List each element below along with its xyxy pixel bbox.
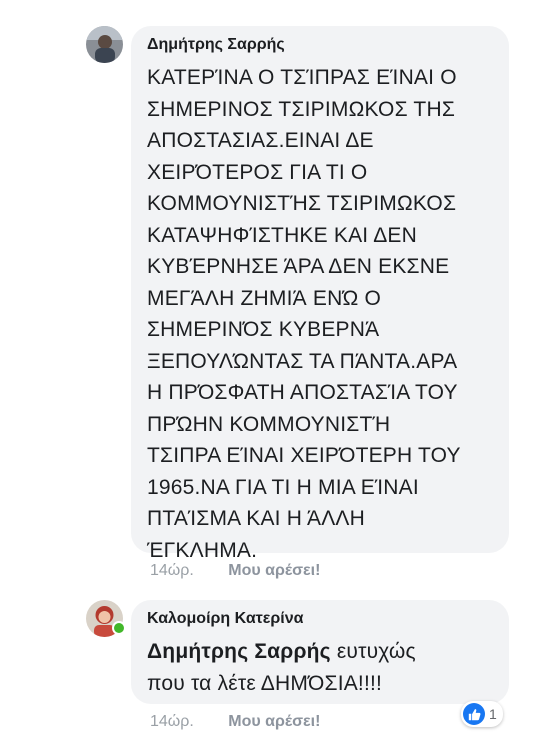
comment-line: Δημήτρης Σαρρής ευτυχώς <box>147 636 495 668</box>
comment-text-fragment: ευτυχώς <box>330 640 416 663</box>
comment-line: ΣΗΜΕΡΙΝΟΣ ΤΣΙΡΙΜΩΚΟΣ ΤΗΣ <box>147 97 456 121</box>
like-reaction-icon <box>463 703 485 725</box>
mention-link[interactable]: Δημήτρης Σαρρής <box>147 640 331 663</box>
comment-line: που τα λέτε ΔΗΜΌΣΙΑ!!!! <box>147 671 383 695</box>
reaction-summary[interactable]: 1 <box>461 701 503 727</box>
comment-text: Δημήτρης Σαρρής ευτυχώς που τα λέτε ΔΗΜΌ… <box>147 636 495 699</box>
comment-line: ΜΕΓΆΛΗ ΖΗΜΙΆ ΕΝΏ Ο <box>147 286 382 310</box>
comment-line: Η ΠΡΌΣΦΑΤΗ ΑΠΟΣΤΑΣΊΑ ΤΟΥ <box>147 381 458 404</box>
comment-meta: 14ώρ. Μου αρέσει! <box>150 712 320 732</box>
comment-line: ΚΟΜΜΟΥΝΙΣΤΉΣ ΤΣΙΡΙΜΩΚΟΣ <box>147 192 457 215</box>
comment-timestamp[interactable]: 14ώρ. <box>150 713 194 730</box>
comment-author[interactable]: Καλομοίρη Κατερίνα <box>147 609 495 629</box>
comment-line: ΣΗΜΕΡΙΝΌΣ ΚΥΒΕΡΝΆ <box>147 318 380 341</box>
comment-text: ΚΑΤΕΡΊΝΑ Ο ΤΣΊΠΡΑΣ ΕΊΝΑΙ Ο ΣΗΜΕΡΙΝΟΣ ΤΣΙ… <box>147 62 495 566</box>
avatar[interactable] <box>86 26 123 63</box>
comment-author[interactable]: Δημήτρης Σαρρής <box>147 35 495 55</box>
online-status-dot <box>112 621 126 635</box>
comment-bubble: Δημήτρης Σαρρής ΚΑΤΕΡΊΝΑ Ο ΤΣΊΠΡΑΣ ΕΊΝΑΙ… <box>131 26 509 562</box>
comment-line: ΞΕΠΟΥΛΏΝΤΑΣ ΤΑ ΠΆΝΤΑ.ΑΡΑ <box>147 349 458 373</box>
comment-line: ΚΑΤΑΨΗΦΊΣΤΗΚΕ ΚΑΙ ΔΕΝ <box>147 223 418 247</box>
comment-meta: 14ώρ. Μου αρέσει! <box>150 561 320 581</box>
comment-line: ΧΕΙΡΌΤΕΡΟΣ ΓΙΑ ΤΙ Ο <box>147 160 368 184</box>
comment-line: ΚΥΒΈΡΝΗΣΕ ΆΡΑ ΔΕΝ ΕΚΣΝΕ <box>147 255 450 278</box>
reaction-count: 1 <box>489 706 497 722</box>
comment-line: ΚΑΤΕΡΊΝΑ Ο ΤΣΊΠΡΑΣ ΕΊΝΑΙ Ο <box>147 66 457 89</box>
like-button[interactable]: Μου αρέσει! <box>228 713 320 730</box>
comment-bubble: Καλομοίρη Κατερίνα Δημήτρης Σαρρής ευτυχ… <box>131 600 509 704</box>
comment-line: ΠΤΑΊΣΜΑ ΚΑΙ Η ΆΛΛΗ <box>147 507 366 530</box>
avatar-photo-icon <box>86 26 123 63</box>
like-button[interactable]: Μου αρέσει! <box>228 562 320 579</box>
comment-line: ΑΠΟΣΤΑΣΙΑΣ.ΕΙΝΑΙ ΔΕ <box>147 129 374 152</box>
comment-line: ΤΣΙΠΡΑ ΕΊΝΑΙ ΧΕΙΡΌΤΕΡΗ ΤΟΥ <box>147 444 461 467</box>
comment-timestamp[interactable]: 14ώρ. <box>150 562 194 579</box>
comment-line: 1965.ΝΑ ΓΙΑ ΤΙ Η ΜΙΑ ΕΊΝΑΙ <box>147 475 419 499</box>
comment-line: ΠΡΏΗΝ ΚΟΜΜΟΥΝΙΣΤΉ <box>147 412 391 436</box>
